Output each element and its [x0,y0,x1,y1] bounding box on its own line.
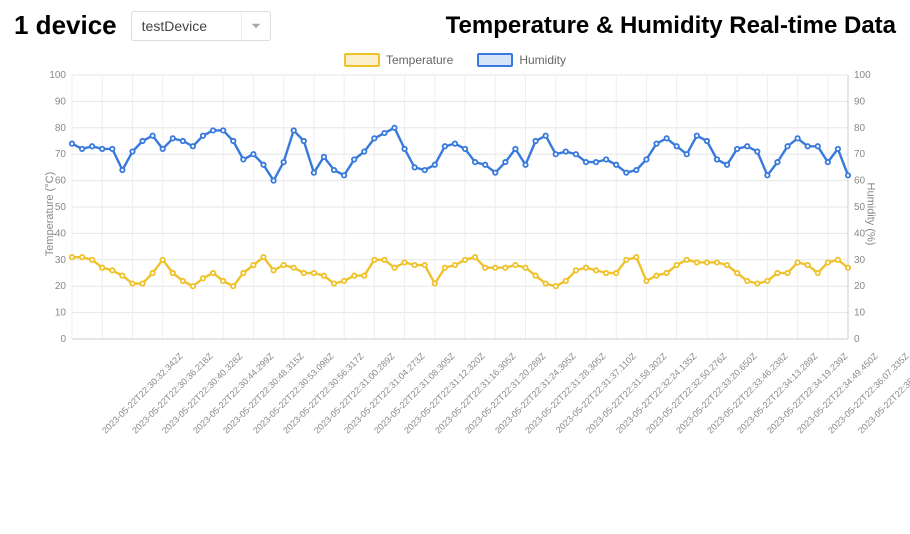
chart-plot: 0010102020303040405050606070708080909010… [14,69,896,359]
svg-text:70: 70 [55,149,67,160]
svg-text:60: 60 [55,176,67,187]
legend-label-temperature: Temperature [386,53,453,67]
legend-label-humidity: Humidity [519,53,566,67]
y-axis-label-right: Humidity (%) [865,183,877,246]
svg-text:10: 10 [55,308,67,319]
svg-text:20: 20 [854,281,866,292]
svg-text:100: 100 [49,70,66,81]
svg-text:70: 70 [854,149,866,160]
chevron-down-icon [250,20,262,32]
svg-text:80: 80 [55,123,67,134]
svg-text:30: 30 [55,255,67,266]
legend: Temperature Humidity [0,53,910,67]
x-axis-tick-labels: 2023-05-22T22:30:32.342Z2023-05-22T22:30… [14,343,896,493]
svg-text:50: 50 [55,202,67,213]
device-select-value: testDevice [142,18,207,34]
svg-text:90: 90 [854,96,866,107]
svg-text:10: 10 [854,308,866,319]
legend-item-temperature[interactable]: Temperature [344,53,453,67]
device-select[interactable]: testDevice [131,11,271,41]
chart: Temperature (°C) Humidity (%) 0010102020… [14,69,896,359]
svg-text:90: 90 [55,96,67,107]
legend-item-humidity[interactable]: Humidity [477,53,566,67]
svg-text:100: 100 [854,70,871,81]
svg-text:80: 80 [854,123,866,134]
legend-swatch-humidity [477,53,513,67]
svg-text:30: 30 [854,255,866,266]
device-count: 1 device [14,10,117,41]
svg-text:20: 20 [55,281,67,292]
svg-text:40: 40 [55,228,67,239]
page-title: Temperature & Humidity Real-time Data [446,12,896,40]
y-axis-label-left: Temperature (°C) [44,172,56,256]
legend-swatch-temperature [344,53,380,67]
